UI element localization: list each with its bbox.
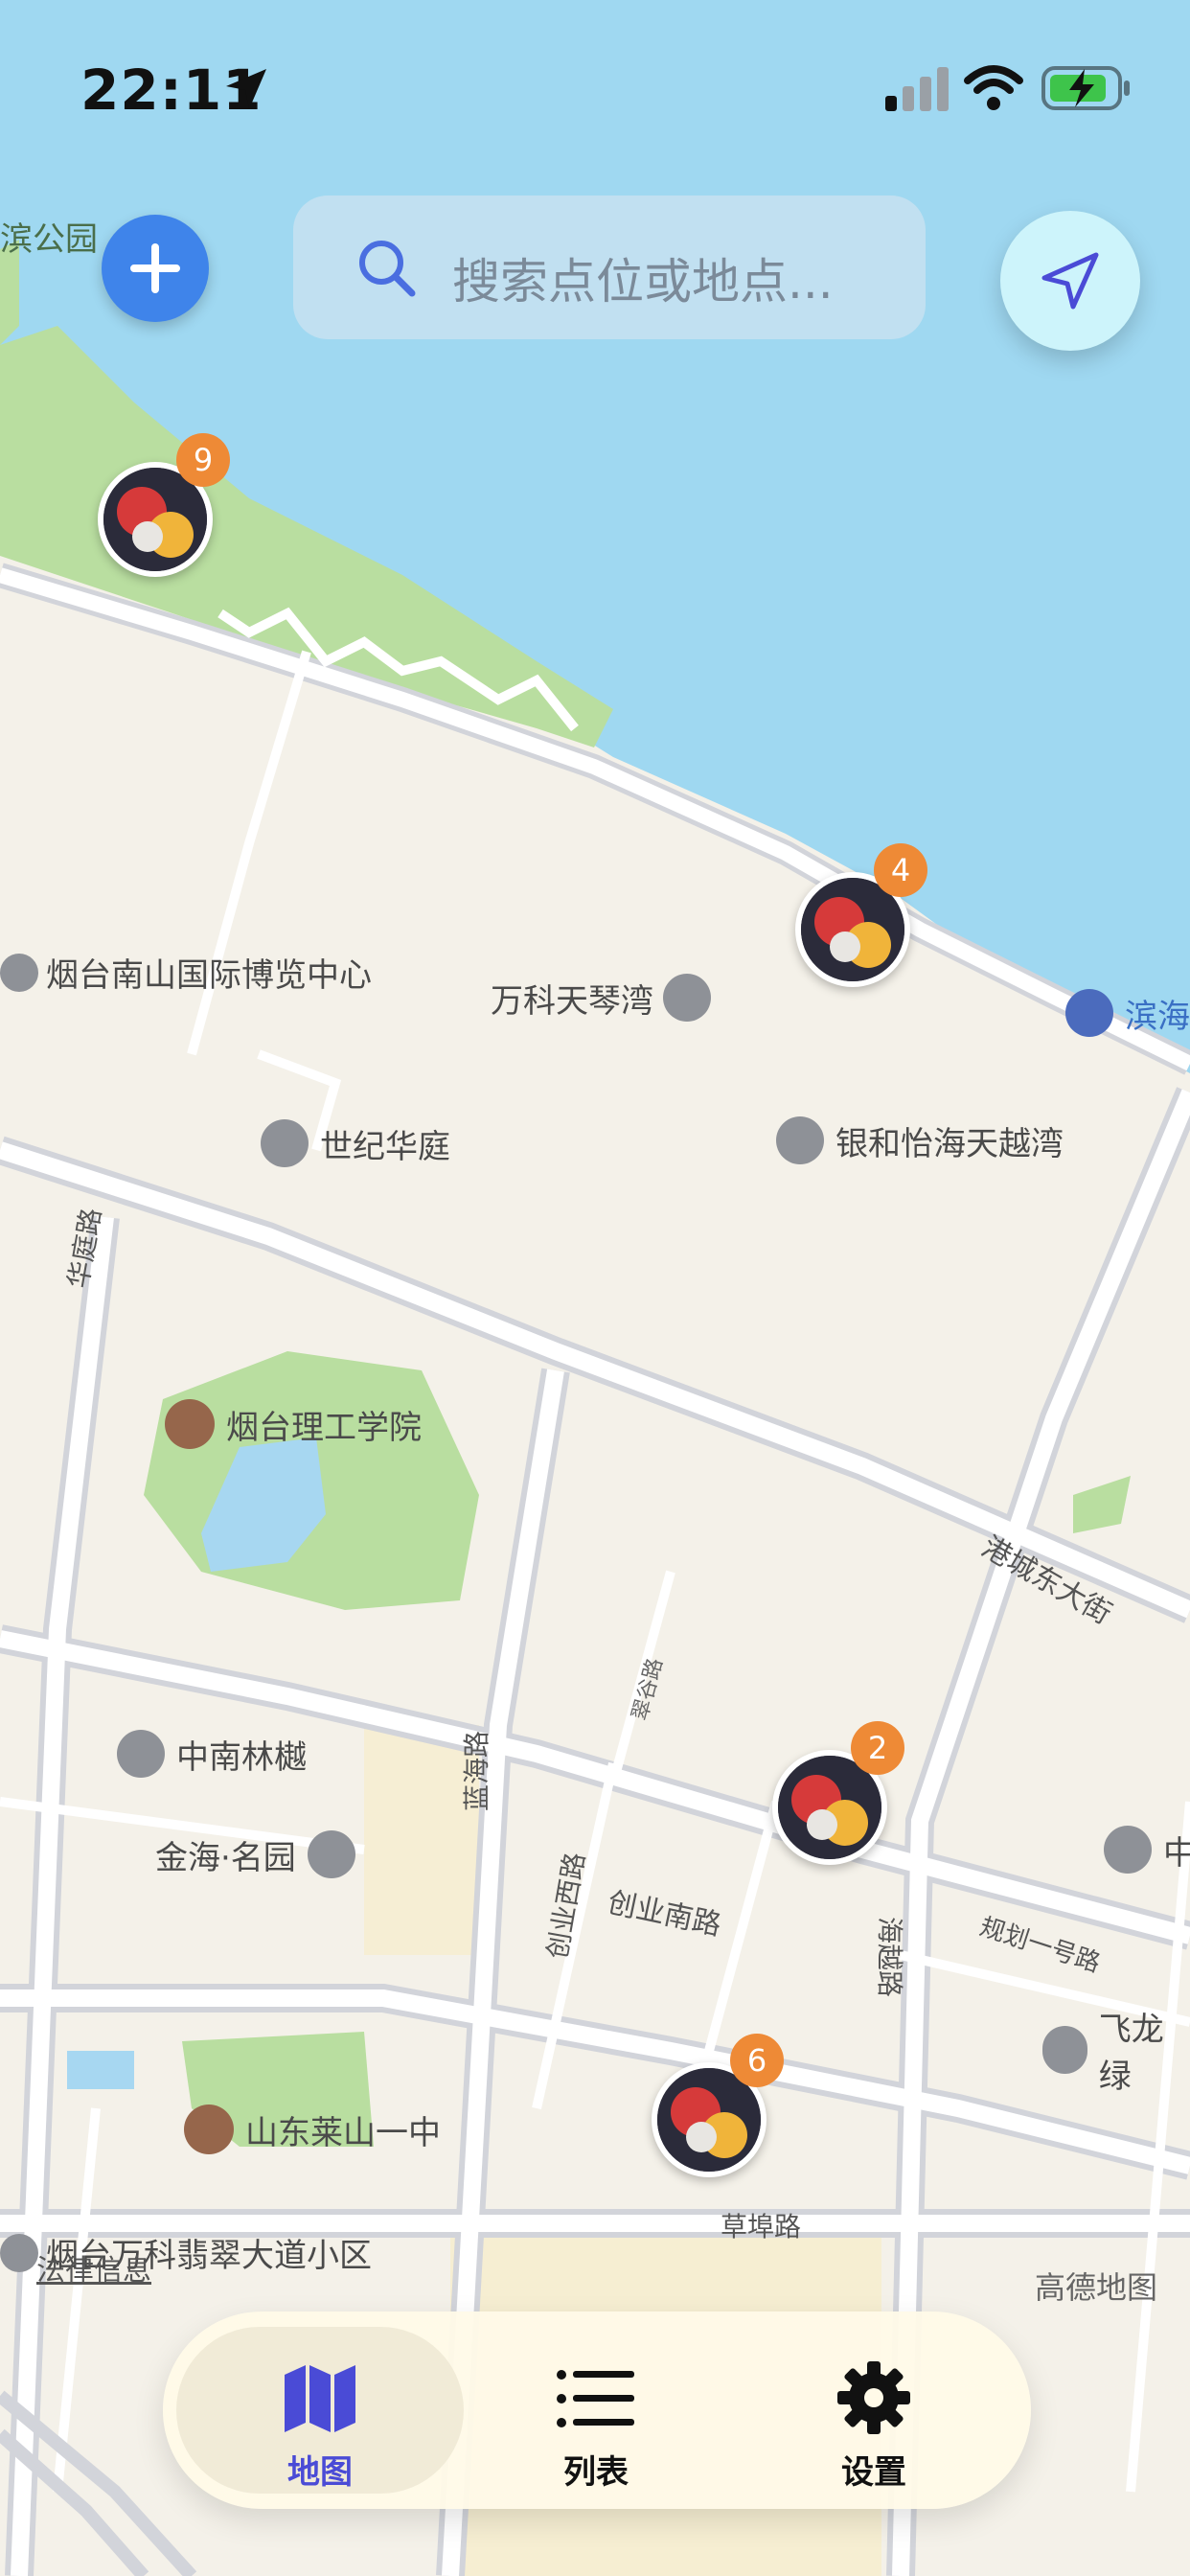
add-point-button[interactable] [102,215,209,322]
building-icon [117,1730,165,1778]
park-label: 滨公园 [0,220,98,259]
road-label: 蓝海路 [461,1730,492,1811]
poi-label[interactable]: 烟台南山国际博览中心 [0,949,372,996]
poi-label[interactable]: 飞龙绿 [1042,2003,1190,2097]
search-icon [359,241,416,297]
gear-icon [837,2361,910,2434]
road-label: 草埠路 [721,2211,802,2242]
pin-count-badge: 4 [874,843,927,897]
cellular-signal-icon [885,67,949,111]
building-icon [663,974,711,1022]
status-bar: 22:11 [0,0,1190,172]
building-icon [0,2233,38,2272]
school-icon [184,2104,234,2154]
museum-icon [1065,989,1113,1037]
tab-list[interactable]: 列表 [452,2327,740,2494]
building-icon [0,953,38,992]
battery-charging-icon [1041,66,1130,110]
poi-label[interactable]: 中 [1104,1826,1190,1874]
tab-label: 设置 [841,2453,906,2492]
tab-map[interactable]: 地图 [176,2327,464,2494]
tab-label: 列表 [563,2453,629,2492]
photo-pin[interactable]: 9 [98,433,230,577]
bottom-tab-bar: 地图 列表 设置 [163,2312,1031,2509]
legal-info-link[interactable]: 法律信息 [36,2246,151,2288]
map-icon [285,2365,355,2432]
road-label: 海越路 [874,1917,905,1998]
photo-pin[interactable]: 4 [795,843,927,987]
photo-pin[interactable]: 2 [772,1721,904,1865]
poi-label[interactable]: 银和怡海天越湾 [776,1116,1064,1164]
map-attribution: 高德地图 [1035,2269,1158,2306]
navigation-arrow-icon [1041,252,1099,310]
wifi-icon [964,65,1023,110]
poi-label[interactable]: 中南林樾 [117,1730,307,1778]
pin-count-badge: 2 [851,1721,904,1775]
locate-me-button[interactable] [1000,211,1140,351]
poi-label[interactable]: 山东莱山一中 [184,2104,441,2154]
building-icon [261,1119,309,1167]
map-view[interactable] [0,0,1190,2576]
tab-settings[interactable]: 设置 [730,2327,1018,2494]
building-icon [776,1116,824,1164]
school-icon [165,1399,215,1449]
list-icon [557,2370,634,2427]
app-screen: 烟台南山国际博览中心 万科天琴湾 世纪华庭 银和怡海天越湾 烟台理工学院 中南林… [0,0,1190,2576]
poi-label[interactable]: 万科天琴湾 [491,974,711,1022]
building-icon [1042,2026,1087,2074]
tab-label: 地图 [287,2453,353,2492]
poi-label[interactable]: 烟台理工学院 [165,1399,422,1449]
poi-label[interactable]: 滨海 [1065,989,1190,1037]
building-icon [1104,1826,1152,1874]
location-arrow-icon [226,69,266,109]
poi-label[interactable]: 金海·名园 [155,1830,355,1878]
plus-icon [130,243,180,293]
search-input[interactable]: 搜索点位或地点... [452,243,834,312]
pin-count-badge: 9 [176,433,230,487]
building-icon [307,1830,355,1878]
photo-pin[interactable]: 6 [652,2034,784,2177]
pin-count-badge: 6 [730,2034,784,2087]
search-bar[interactable]: 搜索点位或地点... [293,196,926,339]
poi-label[interactable]: 世纪华庭 [261,1119,450,1167]
